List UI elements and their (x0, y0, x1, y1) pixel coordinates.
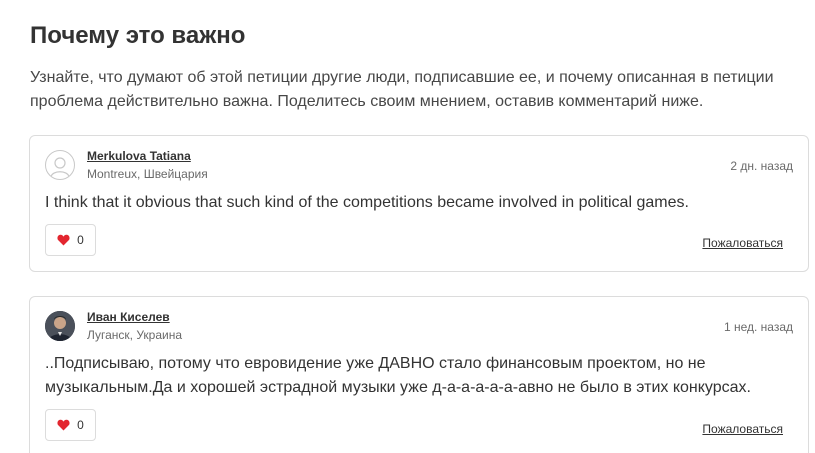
why-it-matters-section: Почему это важно Узнайте, что думают об … (0, 0, 815, 453)
comment-card: Merkulova Tatiana Montreux, Швейцария 2 … (29, 135, 809, 272)
heart-icon (57, 234, 70, 246)
section-title: Почему это важно (30, 22, 246, 49)
like-count: 0 (77, 233, 84, 247)
user-placeholder-icon[interactable] (45, 150, 75, 180)
comment-author-link[interactable]: Иван Киселев (87, 310, 170, 324)
like-count: 0 (77, 418, 84, 432)
comment-timestamp: 1 нед. назад (723, 320, 793, 334)
report-link[interactable]: Пожаловаться (702, 422, 783, 436)
comment-text: I think that it obvious that such kind o… (45, 194, 689, 211)
like-button[interactable]: 0 (45, 409, 96, 441)
comment-card: Иван Киселев Луганск, Украина 1 нед. наз… (29, 296, 809, 453)
section-description: Узнайте, что думают об этой петиции друг… (30, 69, 774, 110)
report-link[interactable]: Пожаловаться (702, 236, 783, 250)
comment-timestamp: 2 дн. назад (730, 159, 793, 173)
comment-author-link[interactable]: Merkulova Tatiana (87, 149, 191, 163)
profile-photo-avatar[interactable] (45, 311, 75, 341)
comment-author-location: Montreux, Швейцария (87, 167, 208, 181)
comment-text: ..Подписываю, потому что евровидение уже… (45, 355, 751, 396)
comment-author-location: Луганск, Украина (87, 328, 183, 342)
heart-icon (57, 419, 70, 431)
like-button[interactable]: 0 (45, 224, 96, 256)
